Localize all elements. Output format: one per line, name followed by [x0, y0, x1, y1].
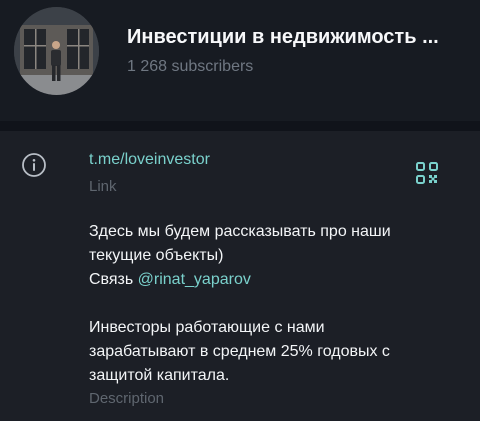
channel-avatar[interactable] [14, 7, 99, 95]
description-line: защитой капитала. [89, 367, 230, 384]
description-line: зарабатывают в среднем 25% годовых с [89, 343, 390, 360]
subscriber-count: 1 268 subscribers [127, 58, 254, 75]
channel-link[interactable]: t.me/loveinvestor [89, 151, 210, 169]
qr-code-icon[interactable] [414, 160, 440, 186]
description-caption: Description [89, 390, 165, 407]
description-line: текущие объекты) [89, 247, 224, 264]
contact-prefix: Связь [89, 271, 138, 288]
info-icon [22, 153, 46, 177]
channel-header: Инвестиции в недвижимость ... 1 268 subs… [0, 0, 480, 121]
channel-title: Инвестиции в недвижимость ... [127, 26, 439, 48]
section-divider [0, 121, 480, 131]
channel-description: Здесь мы будем рассказывать про наши тек… [89, 220, 419, 388]
description-line: Здесь мы будем рассказывать про наши [89, 223, 391, 240]
description-line: Инвесторы работающие с нами [89, 319, 325, 336]
contact-mention-link[interactable]: @rinat_yaparov [138, 271, 251, 288]
link-caption: Link [89, 178, 117, 195]
contact-line: Связь @rinat_yaparov [89, 268, 419, 292]
avatar-photo [14, 7, 99, 95]
